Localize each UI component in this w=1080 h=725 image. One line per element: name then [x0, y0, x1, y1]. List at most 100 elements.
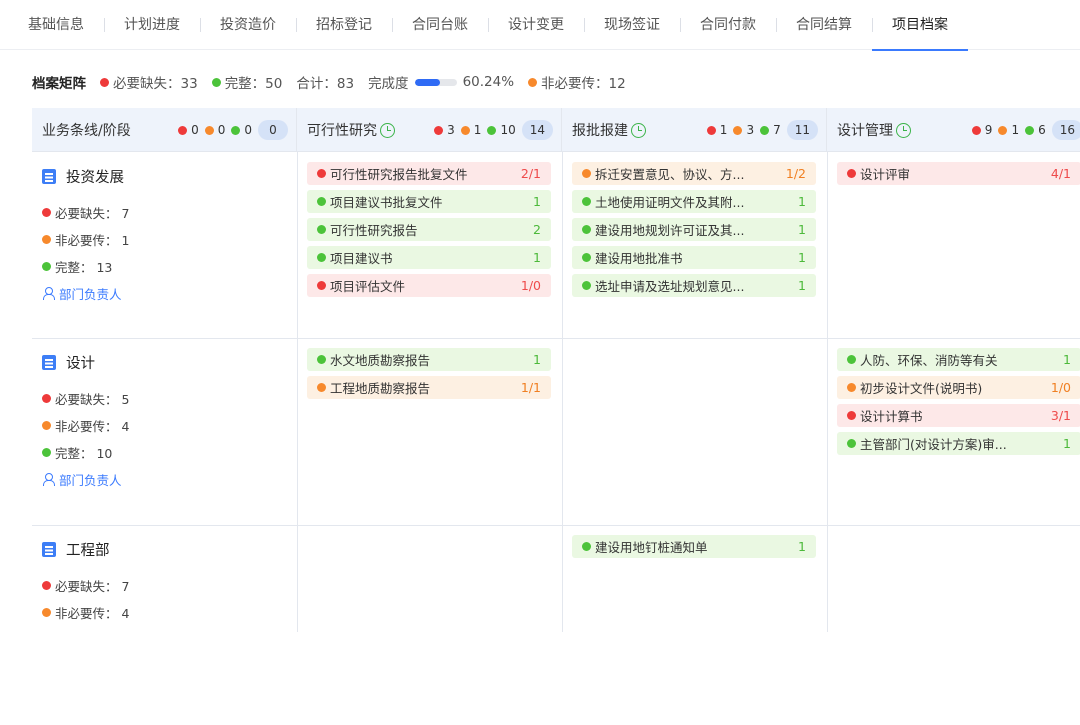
stage-count-badge: 11: [786, 120, 818, 140]
status-dot-icon: [847, 411, 856, 420]
unit-title: 设计: [42, 352, 296, 373]
archive-doc-item[interactable]: 水文地质勘察报告 1: [307, 348, 551, 371]
status-dot-icon: [582, 281, 591, 290]
matrix-cell: 人防、环保、消防等有关 1 初步设计文件(说明书) 1/0 设计计算书 3/1 主管部门(对…: [827, 338, 1080, 525]
archive-doc-item[interactable]: 可行性研究报告 2: [307, 218, 551, 241]
completion-stat: 完成度 60.24%: [368, 74, 515, 92]
summary-title: 档案矩阵: [32, 76, 86, 92]
red-dot-icon: [42, 394, 51, 403]
archive-doc-item[interactable]: 设计评审 4/1: [837, 162, 1080, 185]
tab-9[interactable]: 项目档案: [872, 0, 968, 51]
status-dot-icon: [317, 197, 326, 206]
archive-doc-item[interactable]: 拆迁安置意见、协议、方... 1/2: [572, 162, 816, 185]
orange-dot-icon: [528, 77, 538, 87]
archive-doc-item[interactable]: 人防、环保、消防等有关 1: [837, 348, 1080, 371]
tab-3[interactable]: 招标登记: [296, 0, 392, 50]
stage-count-badge: 16: [1051, 120, 1080, 140]
stage-header-1[interactable]: 可行性研究 3 1 10 14: [297, 108, 562, 152]
red-dot-icon: [434, 125, 444, 135]
total-stat: 合计：83: [296, 76, 355, 92]
orange-dot-icon: [204, 125, 214, 135]
status-dot-icon: [317, 169, 326, 178]
person-icon: [42, 287, 55, 300]
optional-stat: 非必要传：12: [528, 72, 626, 92]
orange-dot-icon: [998, 125, 1008, 135]
stage-stats: 3 1 10 14: [434, 120, 553, 140]
green-dot-icon: [1025, 125, 1035, 135]
archive-doc-item[interactable]: 建设用地规划许可证及其... 1: [572, 218, 816, 241]
stage-stats: 0000: [178, 120, 288, 140]
stage-header-2[interactable]: 报批报建 1 3 7 11: [562, 108, 827, 152]
archive-doc-item[interactable]: 建设用地批准书 1: [572, 246, 816, 269]
archive-doc-item[interactable]: 项目建议书批复文件 1: [307, 190, 551, 213]
completion-progress-fill: [414, 78, 440, 86]
red-dot-icon: [971, 125, 981, 135]
complete-stat: 完整：50: [211, 72, 282, 92]
archive-doc-item[interactable]: 土地使用证明文件及其附... 1: [572, 190, 816, 213]
department-owner-link[interactable]: 部门负责人: [42, 466, 296, 492]
orange-dot-icon: [460, 125, 470, 135]
status-dot-icon: [582, 253, 591, 262]
missing-stat: 必要缺失：33: [100, 72, 198, 92]
red-dot-icon: [42, 208, 51, 217]
status-dot-icon: [582, 197, 591, 206]
status-dot-icon: [582, 542, 591, 551]
archive-summary: 档案矩阵 必要缺失：33 完整：50 合计：83 完成度 60.24% 非必要传…: [32, 70, 640, 94]
tab-bar: 基础信息 计划进度 投资造价 招标登记 合同台账 设计变更 现场签证 合同付款 合同结算 项目档案: [0, 0, 1080, 51]
archive-matrix: 业务条线/阶段 0 0 0 0 可行性研究 3 1 10 14 报批报建 1 3 7 11 设计管理 9 1 6 16…: [32, 108, 1080, 632]
matrix-cell: 设计评审 4/1: [827, 152, 1080, 338]
tab-1[interactable]: 计划进度: [104, 0, 200, 50]
archive-doc-item[interactable]: 可行性研究报告批复文件 2/1: [307, 162, 551, 185]
status-dot-icon: [847, 439, 856, 448]
business-unit-1: 设计 必要缺失： 5 非必要传： 4 完整： 10 部门负责人: [32, 338, 296, 525]
archive-doc-item[interactable]: 建设用地钉桩通知单 1: [572, 535, 816, 558]
archive-doc-item[interactable]: 选址申请及选址规划意见... 1: [572, 274, 816, 297]
unit-complete: 完整： 13: [42, 253, 296, 280]
unit-title: 投资发展: [42, 166, 296, 187]
tab-5[interactable]: 设计变更: [488, 0, 584, 50]
red-dot-icon: [42, 581, 51, 590]
status-dot-icon: [317, 281, 326, 290]
status-dot-icon: [847, 169, 856, 178]
green-dot-icon: [42, 448, 51, 457]
unit-optional: 非必要传： 4: [42, 599, 296, 626]
archive-doc-item[interactable]: 初步设计文件(说明书) 1/0: [837, 376, 1080, 399]
red-dot-icon: [100, 77, 109, 87]
unit-missing: 必要缺失： 5: [42, 385, 296, 412]
stage-count-badge: 14: [521, 120, 553, 140]
tab-7[interactable]: 合同付款: [680, 0, 776, 50]
unit-complete: 完整： 10: [42, 439, 296, 466]
archive-doc-item[interactable]: 项目建议书 1: [307, 246, 551, 269]
archive-doc-item[interactable]: 工程地质勘察报告 1/1: [307, 376, 551, 399]
document-icon: [42, 355, 56, 370]
matrix-cell: 建设用地钉桩通知单 1: [562, 525, 827, 725]
clock-icon: [380, 122, 395, 138]
status-dot-icon: [582, 225, 591, 234]
department-owner-link[interactable]: 部门负责人: [42, 280, 296, 306]
orange-dot-icon: [42, 421, 51, 430]
tab-8[interactable]: 合同结算: [776, 0, 872, 50]
archive-doc-item[interactable]: 主管部门(对设计方案)审... 1: [837, 432, 1080, 455]
document-icon: [42, 169, 56, 184]
business-unit-2: 工程部 必要缺失： 7 非必要传： 4: [32, 525, 296, 725]
clock-icon: [631, 122, 646, 138]
orange-dot-icon: [733, 125, 743, 135]
tab-0[interactable]: 基础信息: [8, 0, 104, 50]
stage-header-3[interactable]: 设计管理 9 1 6 16: [827, 108, 1080, 152]
status-dot-icon: [317, 355, 326, 364]
stage-count-badge: 0: [258, 120, 288, 140]
stage-label: 可行性研究: [307, 123, 377, 139]
tab-2[interactable]: 投资造价: [200, 0, 296, 50]
clock-icon: [896, 122, 911, 138]
green-dot-icon: [487, 125, 497, 135]
archive-doc-item[interactable]: 项目评估文件 1/0: [307, 274, 551, 297]
tab-6[interactable]: 现场签证: [584, 0, 680, 50]
archive-doc-item[interactable]: 设计计算书 3/1: [837, 404, 1080, 427]
completion-progress-bar: [414, 78, 457, 86]
stage-header-0[interactable]: 业务条线/阶段 0 0 0 0: [32, 108, 297, 152]
green-dot-icon: [211, 77, 221, 87]
tab-4[interactable]: 合同台账: [392, 0, 488, 50]
status-dot-icon: [317, 383, 326, 392]
business-unit-0: 投资发展 必要缺失： 7 非必要传： 1 完整： 13 部门负责人: [32, 152, 296, 338]
status-dot-icon: [317, 225, 326, 234]
